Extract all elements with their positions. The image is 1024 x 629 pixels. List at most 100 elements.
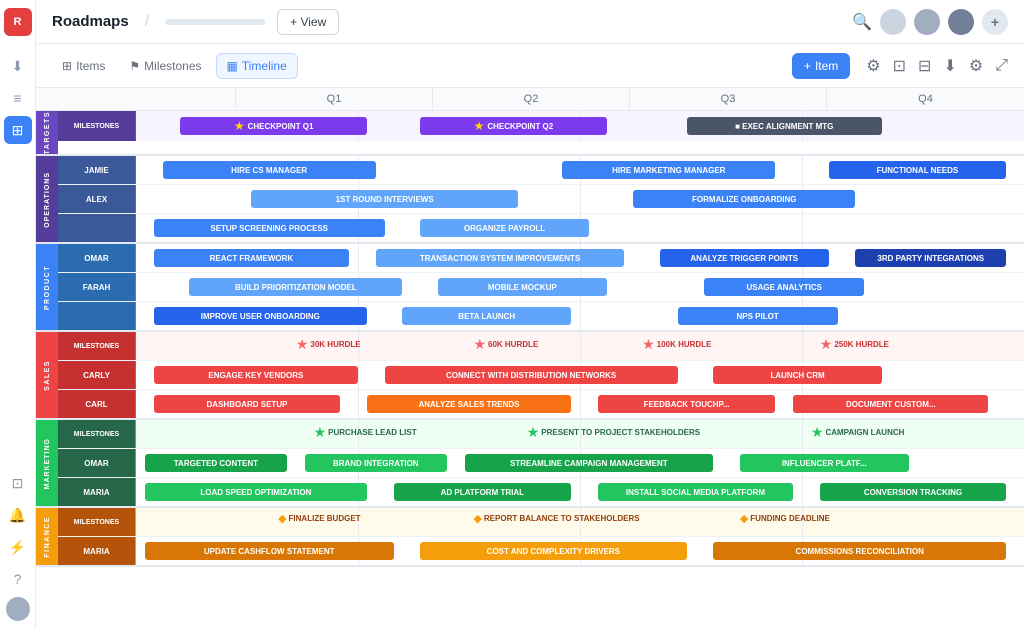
targets-milestones-label: MILESTONES (74, 123, 119, 130)
expand-icon[interactable]: ⤢ (995, 57, 1008, 75)
sidebar-icon-avatar[interactable] (6, 597, 30, 621)
bar-brand-integration: BRAND INTEGRATION (305, 454, 447, 472)
bar-exec-alignment: ■ EXEC ALIGNMENT MTG (687, 117, 882, 135)
bar-functional-needs: FUNCTIONAL NEEDS (829, 161, 1007, 179)
bar-build-prioritization: BUILD PRIORITIZATION MODEL (189, 278, 402, 296)
sidebar-icon-logo[interactable]: R (4, 8, 32, 36)
bar-setup-screening: SETUP SCREENING PROCESS (154, 219, 385, 237)
bar-mobile-mockup: MOBILE MOCKUP (438, 278, 607, 296)
milestone-purchase-lead: ★ PURCHASE LEAD LIST (314, 424, 417, 441)
quarter-q4: Q4 (827, 88, 1024, 110)
milestone-250k: ★ 250K HURDLE (820, 336, 889, 353)
sidebar-icon-inbox[interactable]: ⊡ (4, 469, 32, 497)
bar-influencer: INFLUENCER PLATF... (740, 454, 909, 472)
toolbar-right-icons: ⚙ ⊡ ⊟ ⬇ ⚙ ⤢ (866, 56, 1008, 76)
milestone-30k: ★ 30K HURDLE (296, 336, 361, 353)
bar-analyze-trigger: ANALYZE TRIGGER POINTS (660, 249, 829, 267)
milestone-funding-deadline: ◆ FUNDING DEADLINE (740, 512, 830, 525)
targets-label: TARGETS (44, 111, 51, 154)
bar-analyze-sales: ANALYZE SALES TRENDS (367, 395, 571, 413)
milestone-100k: ★ 100K HURDLE (642, 336, 711, 353)
milestone-60k: ★ 60K HURDLE (473, 336, 538, 353)
sidebar: R ⬇ ≡ ⊞ ⊡ 🔔 ⚡ ? (0, 0, 36, 629)
bar-launch-crm: LAUNCH CRM (713, 366, 882, 384)
bar-hire-marketing: HIRE MARKETING MANAGER (562, 161, 775, 179)
search-icon[interactable]: 🔍 (852, 12, 872, 32)
bar-commissions-reconciliation: COMMISSIONS RECONCILIATION (713, 542, 1006, 560)
operations-label: OPERATIONS (44, 172, 51, 228)
plus-icon: + (804, 59, 811, 73)
bar-react-framework: REACT FRAMEWORK (154, 249, 349, 267)
milestone-present-project: ★ PRESENT TO PROJECT STAKEHOLDERS (527, 424, 700, 441)
finance-label: FINANCE (44, 516, 51, 558)
timeline-icon: ▦ (227, 59, 238, 73)
export-icon[interactable]: ⬇ (943, 56, 956, 76)
bar-1st-round: 1ST ROUND INTERVIEWS (251, 190, 517, 208)
bar-update-cashflow: UPDATE CASHFLOW STATEMENT (145, 542, 394, 560)
avatar-3[interactable] (948, 9, 974, 35)
bar-install-social: INSTALL SOCIAL MEDIA PLATFORM (598, 483, 793, 501)
toolbar: ⊞ Items ⚑ Milestones ▦ Timeline + Item ⚙… (36, 44, 1024, 88)
carly-label: CARLY (83, 371, 110, 380)
jamie-label: JAMIE (84, 166, 108, 175)
group-icon[interactable]: ⊡ (893, 56, 906, 76)
tab-timeline[interactable]: ▦ Timeline (216, 53, 298, 79)
maria-finance-label: MARIA (83, 547, 109, 556)
quarter-q2: Q2 (433, 88, 630, 110)
breadcrumb (165, 19, 265, 25)
section-targets: TARGETS MILESTONES (36, 111, 1024, 156)
bar-conversion-tracking: CONVERSION TRACKING (820, 483, 1006, 501)
main-content: Roadmaps / + View 🔍 + ⊞ Items ⚑ Mileston… (36, 0, 1024, 629)
section-marketing: MARKETING MILESTONES (36, 420, 1024, 508)
add-user-button[interactable]: + (982, 9, 1008, 35)
sidebar-icon-help[interactable]: ? (4, 565, 32, 593)
bar-3rd-party: 3RD PARTY INTEGRATIONS (855, 249, 1006, 267)
bar-formalize: FORMALIZE ONBOARDING (633, 190, 855, 208)
product-label: PRODUCT (44, 265, 51, 310)
marketing-label: MARKETING (44, 438, 51, 489)
timeline-container[interactable]: Q1 Q2 Q3 Q4 TARGETS MIL (36, 88, 1024, 629)
bar-beta-launch: BETA LAUNCH (402, 307, 571, 325)
bar-targeted-content: TARGETED CONTENT (145, 454, 287, 472)
sidebar-icon-grid[interactable]: ⊞ (4, 116, 32, 144)
section-finance: FINANCE MILESTONES (36, 508, 1024, 567)
milestone-campaign-launch: ★ CAMPAIGN LAUNCH (811, 424, 905, 441)
milestone-finalize-budget: ◆ FINALIZE BUDGET (278, 512, 360, 525)
bar-dashboard-setup: DASHBOARD SETUP (154, 395, 340, 413)
items-icon: ⊞ (62, 59, 72, 73)
quarter-q3: Q3 (630, 88, 827, 110)
sidebar-icon-download[interactable]: ⬇ (4, 52, 32, 80)
sidebar-icon-list[interactable]: ≡ (4, 84, 32, 112)
section-product: PRODUCT OMAR (36, 244, 1024, 332)
carl-label: CARL (85, 400, 107, 409)
sales-milestones-label: MILESTONES (74, 343, 119, 350)
sidebar-icon-bell[interactable]: 🔔 (4, 501, 32, 529)
bar-usage-analytics: USAGE ANALYTICS (704, 278, 864, 296)
omar-marketing-label: OMAR (84, 459, 108, 468)
section-sales: SALES MILESTONES (36, 332, 1024, 420)
header: Roadmaps / + View 🔍 + (36, 0, 1024, 44)
quarter-q1: Q1 (236, 88, 433, 110)
tab-milestones[interactable]: ⚑ Milestones (119, 54, 211, 78)
tab-items[interactable]: ⊞ Items (52, 54, 115, 78)
add-view-button[interactable]: + View (277, 9, 339, 35)
add-item-button[interactable]: + Item (792, 53, 850, 79)
avatar-2[interactable] (914, 9, 940, 35)
bar-hire-cs: HIRE CS MANAGER (163, 161, 376, 179)
bar-improve-onboarding: IMPROVE USER ONBOARDING (154, 307, 367, 325)
columns-icon[interactable]: ⊟ (918, 56, 931, 76)
bar-engage-vendors: ENGAGE KEY VENDORS (154, 366, 358, 384)
finance-milestones-label: MILESTONES (74, 519, 119, 526)
bar-document-custom: DOCUMENT CUSTOM... (793, 395, 988, 413)
avatar-1[interactable] (880, 9, 906, 35)
marketing-milestones-label: MILESTONES (74, 431, 119, 438)
settings-icon[interactable]: ⚙ (969, 56, 983, 76)
bar-cost-complexity: COST AND COMPLEXITY DRIVERS (420, 542, 686, 560)
bar-checkpoint-q1: ★ CHECKPOINT Q1 (180, 117, 366, 135)
bar-streamline-campaign: STREAMLINE CAMPAIGN MANAGEMENT (465, 454, 714, 472)
filter-icon[interactable]: ⚙ (866, 56, 880, 76)
sidebar-icon-lightning[interactable]: ⚡ (4, 533, 32, 561)
section-operations: OPERATIONS JAMIE (36, 156, 1024, 244)
bar-nps-pilot: NPS PILOT (678, 307, 838, 325)
page-title: Roadmaps (52, 13, 129, 30)
